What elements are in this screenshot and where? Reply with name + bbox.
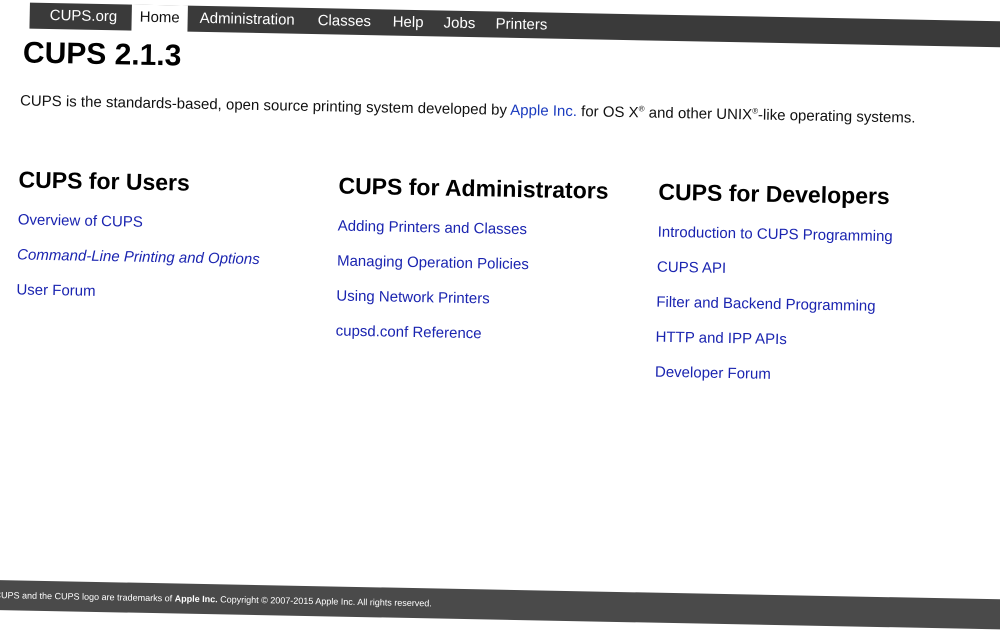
nav-classes[interactable]: Classes	[317, 8, 371, 35]
link-cupsd-conf-reference[interactable]: cupsd.conf Reference	[336, 323, 656, 346]
nav-home[interactable]: Home	[131, 4, 188, 33]
link-http-ipp-apis[interactable]: HTTP and IPP APIs	[655, 329, 975, 352]
intro-paragraph: CUPS is the standards-based, open source…	[20, 92, 916, 126]
link-filter-backend-programming[interactable]: Filter and Backend Programming	[656, 294, 976, 317]
intro-text-mid2: and other UNIX	[644, 104, 753, 124]
link-command-line-printing[interactable]: Command-Line Printing and Options	[17, 246, 337, 269]
users-heading: CUPS for Users	[18, 166, 191, 196]
users-column: CUPS for Users Overview of CUPS Command-…	[16, 166, 339, 322]
intro-text-mid: for OS X	[576, 103, 639, 122]
link-user-forum[interactable]: User Forum	[16, 281, 336, 304]
apple-inc-link[interactable]: Apple Inc.	[510, 102, 577, 120]
nav-help[interactable]: Help	[392, 10, 423, 37]
developers-column: CUPS for Developers Introduction to CUPS…	[654, 179, 978, 405]
link-cups-api[interactable]: CUPS API	[657, 259, 977, 282]
link-managing-operation-policies[interactable]: Managing Operation Policies	[337, 253, 657, 276]
nav-administration[interactable]: Administration	[199, 6, 295, 34]
browser-viewport: CUPS.org Home Administration Classes Hel…	[0, 0, 1000, 633]
nav-cups-org[interactable]: CUPS.org	[49, 3, 118, 30]
link-intro-cups-programming[interactable]: Introduction to CUPS Programming	[658, 224, 978, 247]
link-overview-of-cups[interactable]: Overview of CUPS	[18, 211, 338, 234]
link-using-network-printers[interactable]: Using Network Printers	[336, 288, 656, 311]
link-adding-printers-and-classes[interactable]: Adding Printers and Classes	[338, 218, 658, 241]
intro-text-after: -like operating systems.	[757, 106, 916, 127]
page-title: CUPS 2.1.3	[22, 36, 182, 73]
footer-copyright: Copyright © 2007-2015 Apple Inc. All rig…	[217, 594, 432, 609]
page-footer: CUPS and the CUPS logo are trademarks of…	[0, 579, 1000, 630]
administrators-column: CUPS for Administrators Adding Printers …	[335, 173, 658, 364]
administrators-heading: CUPS for Administrators	[338, 172, 609, 204]
nav-printers[interactable]: Printers	[495, 12, 547, 39]
developers-heading: CUPS for Developers	[658, 178, 891, 210]
link-developer-forum[interactable]: Developer Forum	[655, 364, 975, 387]
footer-text-before: CUPS and the CUPS logo are trademarks of	[0, 590, 175, 604]
footer-company: Apple Inc.	[174, 593, 218, 605]
intro-text-before: CUPS is the standards-based, open source…	[19, 92, 511, 119]
cups-home-page: CUPS.org Home Administration Classes Hel…	[0, 0, 1000, 633]
nav-jobs[interactable]: Jobs	[443, 11, 475, 38]
